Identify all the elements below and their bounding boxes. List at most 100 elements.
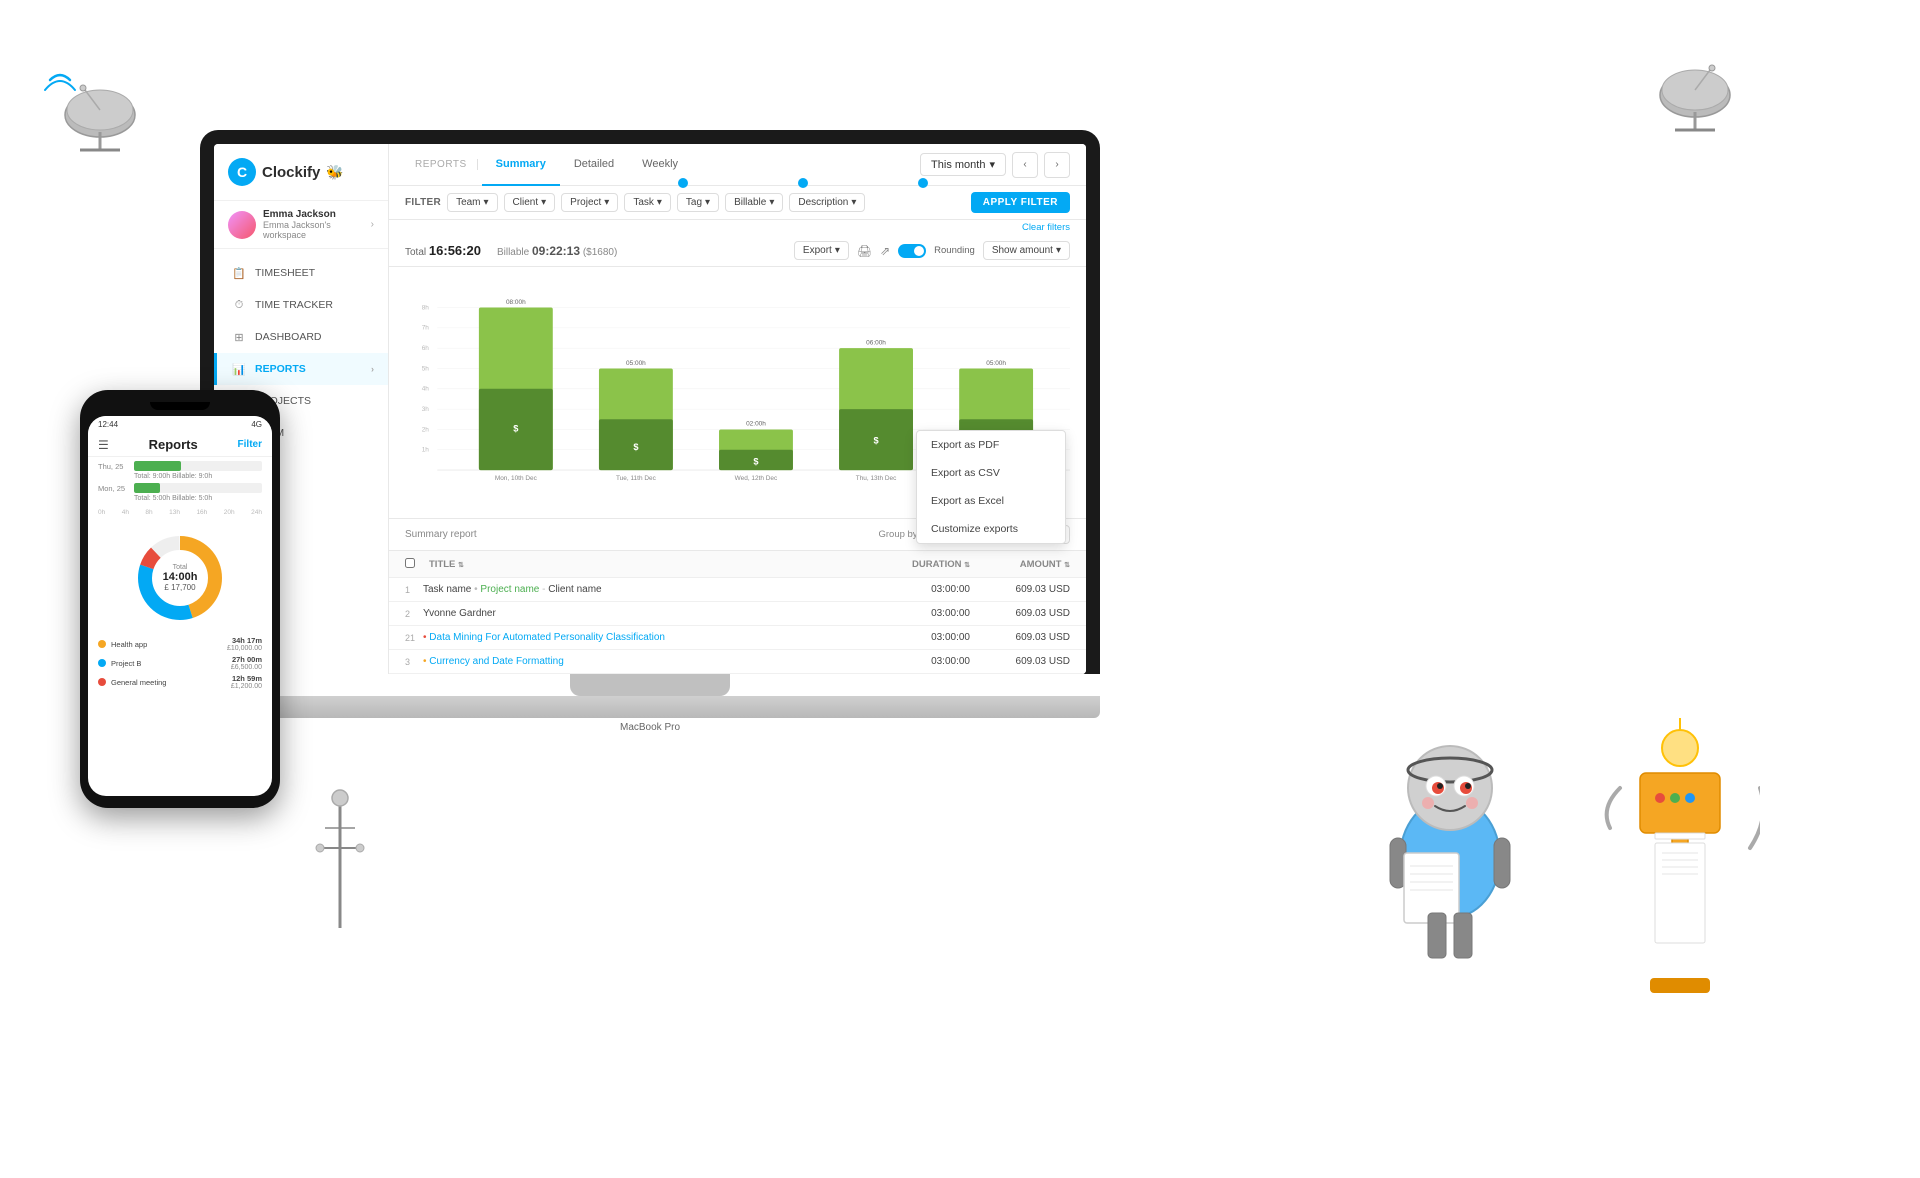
row-number: 3	[405, 657, 423, 667]
filter-label: FILTER	[405, 197, 441, 208]
title-column-header[interactable]: TITLE ⇅	[429, 559, 880, 570]
svg-text:$: $	[753, 457, 758, 467]
legend-color-dot	[98, 659, 106, 667]
team-filter[interactable]: Team ▾	[447, 193, 497, 212]
export-csv-option[interactable]: Export as CSV	[917, 459, 1065, 487]
customize-exports-option[interactable]: Customize exports	[917, 515, 1065, 543]
rounding-label: Rounding	[934, 245, 975, 256]
client-filter[interactable]: Client ▾	[504, 193, 556, 212]
task-link[interactable]: Currency and Date Formatting	[429, 656, 564, 667]
laptop-screen: C Clockify 🐝 Emma Jackson Emma Jackson's…	[214, 144, 1086, 674]
donut-center: Total 14:00h £ 17,700	[163, 564, 198, 592]
dashboard-icon: ⊞	[231, 329, 247, 345]
filter-bar: FILTER Team ▾ Client ▾ Project ▾	[389, 186, 1086, 220]
legend-time: 34h 17m	[227, 636, 262, 645]
menu-icon[interactable]: ☰	[98, 438, 109, 452]
donut-total-amount: £ 17,700	[163, 583, 198, 592]
legend-item: General meeting 12h 59m £1,200.00	[98, 674, 262, 690]
phone-filter-link[interactable]: Filter	[238, 439, 262, 450]
axis-tick: 16h	[196, 509, 207, 516]
billable-label: Billable	[497, 247, 529, 258]
sidebar-item-dashboard[interactable]: ⊞ DASHBOARD	[214, 321, 388, 353]
sort-icon: ⇅	[1064, 562, 1070, 569]
reports-icon: 📊	[231, 361, 247, 377]
svg-text:2h: 2h	[422, 426, 430, 433]
user-section[interactable]: Emma Jackson Emma Jackson's workspace ›	[214, 200, 388, 249]
timeline-row: Thu, 25	[98, 461, 262, 471]
donut-total-label: Total	[163, 564, 198, 571]
export-dropdown-menu: Export as PDF Export as CSV Export as Ex…	[916, 430, 1066, 544]
svg-text:Thu, 13th Dec: Thu, 13th Dec	[856, 475, 897, 482]
duration-column-header[interactable]: DURATION ⇅	[880, 559, 970, 570]
phone-header: ☰ Reports Filter	[88, 433, 272, 457]
sidebar-item-reports[interactable]: 📊 REPORTS ›	[214, 353, 388, 385]
row-duration: 03:00:00	[880, 584, 970, 595]
tab-detailed[interactable]: Detailed	[560, 144, 628, 186]
timesheet-icon: 📋	[231, 265, 247, 281]
svg-text:$: $	[873, 435, 878, 445]
reports-section-label: REPORTS	[405, 159, 478, 170]
timeline-info: Total: 9:00h Billable: 9:0h	[98, 473, 262, 480]
table-row: 3 • Currency and Date Formatting 03:00:0…	[389, 650, 1086, 674]
export-button[interactable]: Export ▾	[794, 241, 849, 260]
dropdown-icon: ▾	[989, 158, 995, 171]
row-title: • Data Mining For Automated Personality …	[423, 632, 880, 643]
prev-period-button[interactable]: ‹	[1012, 152, 1038, 178]
dropdown-icon: ▾	[657, 197, 662, 208]
legend-name: General meeting	[111, 678, 166, 687]
toggle-switch[interactable]	[898, 244, 926, 258]
table-row: 21 • Data Mining For Automated Personali…	[389, 626, 1086, 650]
donut-total-time: 14:00h	[163, 571, 198, 583]
logo-text: Clockify	[262, 164, 320, 181]
export-excel-option[interactable]: Export as Excel	[917, 487, 1065, 515]
clear-filters-link[interactable]: Clear filters	[389, 220, 1086, 235]
task-filter[interactable]: Task ▾	[624, 193, 671, 212]
laptop-base	[200, 696, 1100, 718]
apply-filter-button[interactable]: APPLY FILTER	[971, 192, 1070, 213]
legend-item: Health app 34h 17m £10,000.00	[98, 636, 262, 652]
tag-filter[interactable]: Tag ▾	[677, 193, 719, 212]
axis-tick: 20h	[224, 509, 235, 516]
legend-name: Project B	[111, 659, 141, 668]
export-label: Export	[803, 245, 832, 256]
sidebar-item-time-tracker[interactable]: ⏱ TIME TRACKER	[214, 289, 388, 321]
toggle-knob	[914, 246, 924, 256]
project-link[interactable]: Project name	[480, 584, 539, 595]
legend-name: Health app	[111, 640, 147, 649]
table-row: 1 Task name • Project name - Client name…	[389, 578, 1086, 602]
laptop-bezel: C Clockify 🐝 Emma Jackson Emma Jackson's…	[200, 130, 1100, 674]
svg-text:Wed, 12th Dec: Wed, 12th Dec	[735, 475, 778, 482]
axis-tick: 24h	[251, 509, 262, 516]
print-button[interactable]: 🖨	[857, 244, 872, 258]
legend-time: 12h 59m	[231, 674, 262, 683]
share-button[interactable]: ⇗	[880, 244, 890, 258]
svg-text:05:00h: 05:00h	[626, 360, 646, 367]
svg-text:08:00h: 08:00h	[506, 299, 526, 306]
avatar	[228, 211, 256, 239]
timeline-info: Total: 5:00h Billable: 5:0h	[98, 495, 262, 502]
sidebar-item-timesheet[interactable]: 📋 TIMESHEET	[214, 257, 388, 289]
select-all-checkbox[interactable]	[405, 558, 415, 568]
tab-summary-active[interactable]: Summary	[482, 144, 560, 186]
row-amount: 609.03 USD	[970, 608, 1070, 619]
next-period-button[interactable]: ›	[1044, 152, 1070, 178]
billable-filter[interactable]: Billable ▾	[725, 193, 783, 212]
svg-text:Tue, 11th Dec: Tue, 11th Dec	[616, 475, 657, 482]
amount-column-header[interactable]: AMOUNT ⇅	[970, 559, 1070, 570]
timeline-track	[134, 483, 262, 493]
antenna-decoration	[310, 748, 370, 928]
axis-tick: 13h	[169, 509, 180, 516]
description-filter[interactable]: Description ▾	[789, 193, 865, 212]
svg-text:$: $	[633, 442, 638, 452]
phone-timeline: Thu, 25 Total: 9:00h Billable: 9:0h Mon,…	[88, 457, 272, 509]
billable-time: 09:22:13	[532, 244, 580, 258]
task-link[interactable]: Data Mining For Automated Personality Cl…	[429, 632, 665, 643]
legend-amount: £10,000.00	[227, 645, 262, 652]
project-filter[interactable]: Project ▾	[561, 193, 618, 212]
donut-chart: Total 14:00h £ 17,700	[130, 528, 230, 628]
laptop-brand: MacBook Pro	[200, 722, 1100, 733]
svg-text:8h: 8h	[422, 304, 430, 311]
date-range-picker[interactable]: This month ▾	[920, 153, 1006, 176]
export-pdf-option[interactable]: Export as PDF	[917, 431, 1065, 459]
show-amount-button[interactable]: Show amount ▾	[983, 241, 1070, 260]
